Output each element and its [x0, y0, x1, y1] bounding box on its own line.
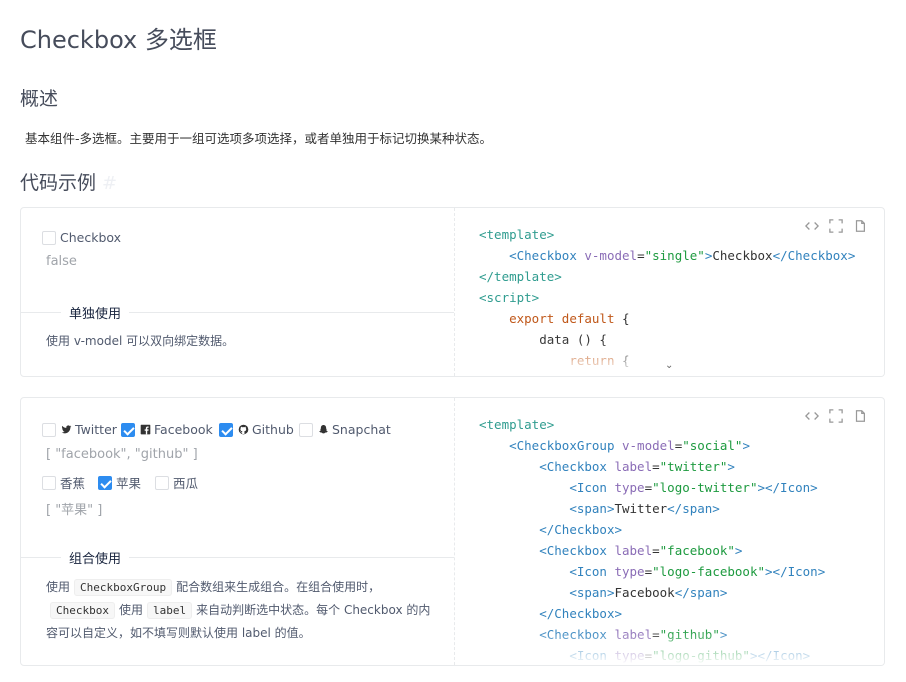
checkbox-label: Snapchat	[332, 422, 391, 437]
meta-description: 使用 v-model 可以双向绑定数据。	[46, 334, 235, 348]
fruit-value-output: [ "苹果" ]	[46, 503, 103, 518]
checkbox-banana[interactable]: 香蕉	[42, 473, 85, 492]
social-value-output: [ "facebook", "github" ]	[46, 447, 198, 462]
checkbox-label: Facebook	[154, 422, 213, 437]
single-value-output: false	[46, 254, 77, 269]
checkbox-box[interactable]	[42, 475, 56, 490]
checkbox-box[interactable]	[219, 422, 233, 437]
checkbox-label: Twitter	[75, 422, 117, 437]
github-icon	[237, 424, 249, 436]
facebook-icon	[139, 424, 151, 436]
checkbox-box[interactable]	[299, 422, 313, 437]
code-fade	[455, 629, 884, 665]
page-title: Checkbox 多选框	[20, 26, 217, 54]
code-tag: CheckboxGroup	[74, 579, 173, 596]
checkbox-box[interactable]	[121, 422, 135, 437]
snapchat-icon	[317, 424, 329, 436]
checkbox-apple[interactable]: 苹果	[98, 473, 141, 492]
checkbox-label: Github	[252, 422, 294, 437]
checkbox-label: 苹果	[116, 476, 142, 491]
example-card-single: Checkbox false 单独使用 使用 v-model 可以双向绑定数据。…	[20, 207, 885, 377]
checkbox-single[interactable]: Checkbox	[42, 230, 121, 245]
meta-title: 单独使用	[61, 303, 130, 322]
expand-code-icon[interactable]: ⌄	[665, 360, 679, 371]
copy-icon[interactable]	[852, 408, 868, 424]
code-panel: <template> <CheckboxGroup v-model="socia…	[454, 398, 884, 665]
example-card-group: Twitter Facebook Github Snapchat [ "face…	[20, 397, 885, 666]
checkbox-snapchat[interactable]: Snapchat	[299, 422, 391, 437]
checkbox-facebook[interactable]: Facebook	[121, 422, 213, 437]
examples-heading: 代码示例 #	[20, 172, 118, 194]
demo-area: Checkbox false 单独使用 使用 v-model 可以双向绑定数据。	[21, 208, 454, 376]
checkbox-box[interactable]	[155, 475, 169, 490]
code-block: <template> <CheckboxGroup v-model="socia…	[479, 417, 826, 663]
meta-title: 组合使用	[61, 548, 130, 567]
overview-heading: 概述	[20, 88, 59, 110]
code-tag: Checkbox	[50, 602, 115, 619]
checkbox-label: Checkbox	[60, 230, 122, 245]
checkbox-twitter[interactable]: Twitter	[42, 422, 117, 437]
code-tag: label	[147, 602, 193, 619]
checkbox-watermelon[interactable]: 西瓜	[155, 473, 198, 492]
twitter-icon	[60, 424, 72, 436]
checkbox-box[interactable]	[42, 422, 56, 437]
heading-anchor-link[interactable]: #	[102, 173, 117, 194]
checkbox-box[interactable]	[42, 230, 56, 245]
demo-area: Twitter Facebook Github Snapchat [ "face…	[21, 398, 454, 665]
meta-description: 使用 CheckboxGroup 配合数组来生成组合。在组合使用时， Checkbo…	[46, 579, 431, 640]
checkbox-github[interactable]: Github	[219, 422, 294, 437]
code-panel: <template> <Checkbox v-model="single">Ch…	[454, 208, 884, 376]
component-description: 基本组件-多选框。主要用于一组可选项多项选择，或者单独用于标记切换某种状态。	[25, 131, 493, 146]
fullscreen-icon[interactable]	[828, 408, 844, 424]
checkbox-box[interactable]	[98, 475, 112, 490]
checkbox-label: 香蕉	[60, 476, 86, 491]
checkbox-label: 西瓜	[173, 476, 199, 491]
